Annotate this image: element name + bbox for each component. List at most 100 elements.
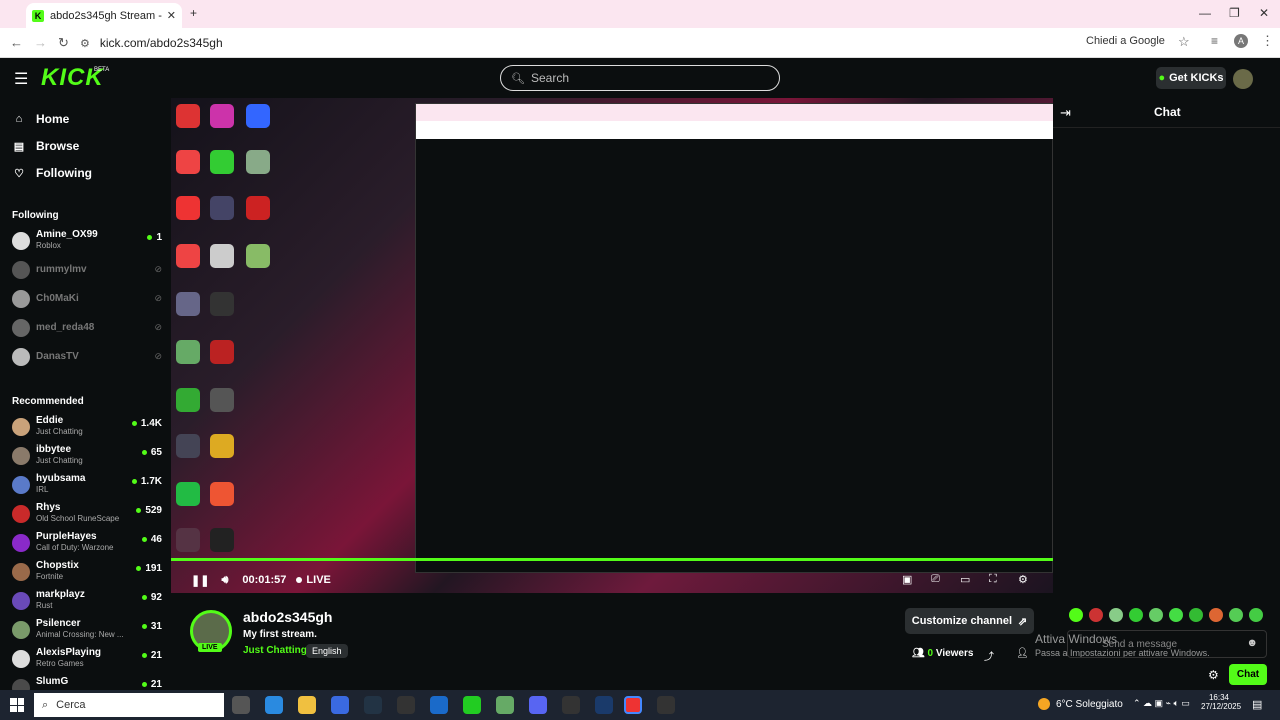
obs-icon[interactable] xyxy=(657,696,675,714)
sidebar-item-following[interactable]: ♡ Following xyxy=(12,166,92,180)
back-icon[interactable]: ← xyxy=(10,35,23,50)
user-avatar[interactable] xyxy=(1233,69,1253,89)
get-kicks-button[interactable]: ● Get KICKs xyxy=(1156,67,1226,89)
desktop-icon xyxy=(243,150,273,176)
taskbar-search-input[interactable]: ⌕ Cerca xyxy=(34,693,224,717)
viewer-count: 529 xyxy=(136,505,162,516)
emoji-picker-icon[interactable]: ☻ xyxy=(1246,637,1258,649)
viewer-count-value: 21 xyxy=(150,679,162,690)
forward-icon[interactable]: → xyxy=(34,35,47,50)
emote-icon[interactable] xyxy=(1249,608,1263,622)
recommended-channel-row[interactable]: ibbytee Just Chatting 65 xyxy=(12,444,162,468)
browser-tab[interactable]: K abdo2s345gh Stream - Watch L ✕ xyxy=(26,3,182,28)
recommended-channel-row[interactable]: hyubsama IRL 1.7K xyxy=(12,473,162,497)
url-field[interactable]: ⚙ kick.com/abdo2s345gh xyxy=(80,31,1200,55)
live-dot-icon xyxy=(136,565,142,571)
recommended-channel-row[interactable]: SlumG 21 xyxy=(12,676,162,690)
browser-menu-icon[interactable]: ⋮ xyxy=(1261,33,1274,49)
collapse-chat-icon[interactable]: ⇥ xyxy=(1060,105,1071,121)
live-dot-icon xyxy=(136,507,142,513)
steam-alt-icon[interactable] xyxy=(595,696,613,714)
emote-icon[interactable] xyxy=(1209,608,1223,622)
close-tab-icon[interactable]: ✕ xyxy=(167,9,176,22)
discord-icon[interactable] xyxy=(529,696,547,714)
stream-category-link[interactable]: Just Chatting xyxy=(243,645,307,656)
recommended-channel-row[interactable]: PurpleHayes Call of Duty: Warzone 46 xyxy=(12,531,162,555)
nvidia-icon[interactable] xyxy=(496,696,514,714)
xbox-icon[interactable] xyxy=(463,696,481,714)
following-channel-row[interactable]: Ch0MaKi ⊘ xyxy=(12,287,162,311)
ask-google-button[interactable]: Chiedi a Google xyxy=(1086,35,1165,47)
new-tab-button[interactable]: + xyxy=(190,6,197,20)
taskbar-clock[interactable]: 16:34 27/12/2025 xyxy=(1201,693,1241,711)
emote-icon[interactable] xyxy=(1169,608,1183,622)
playback-progress-bar[interactable] xyxy=(171,558,1053,561)
task-view-icon[interactable] xyxy=(232,696,250,714)
volume-icon[interactable]: 🔊︎ xyxy=(221,574,228,587)
desktop-icon xyxy=(207,434,237,460)
recommended-channel-row[interactable]: Eddie Just Chatting 1.4K xyxy=(12,415,162,439)
theater-mode-icon[interactable]: ▭ xyxy=(960,573,970,586)
chat-settings-icon[interactable]: ⚙ xyxy=(1208,668,1219,682)
channel-name[interactable]: abdo2s345gh xyxy=(243,609,332,625)
emote-icon[interactable] xyxy=(1089,608,1103,622)
emote-icon[interactable] xyxy=(1189,608,1203,622)
weather-widget[interactable]: 6°C Soleggiato xyxy=(1038,698,1123,710)
live-dot-icon xyxy=(131,420,137,426)
minimize-icon[interactable]: — xyxy=(1199,6,1211,20)
emote-icon[interactable] xyxy=(1129,608,1143,622)
emote-icon[interactable] xyxy=(1149,608,1163,622)
settings-gear-icon[interactable]: ⚙ xyxy=(1018,573,1028,586)
steam-icon[interactable] xyxy=(364,696,382,714)
extensions-icon[interactable]: ≡ xyxy=(1211,34,1218,48)
chat-message-input[interactable]: Send a message ☻ xyxy=(1067,630,1267,658)
sidebar-item-browse[interactable]: ▤ Browse xyxy=(12,139,80,153)
video-player[interactable]: ❚❚ 🔊︎ 00:01:57 LIVE ▣ ⎚ ▭ ⛶ ⚙ xyxy=(171,98,1053,593)
recommended-channel-row[interactable]: Chopstix Fortnite 191 xyxy=(12,560,162,584)
fullscreen-icon[interactable]: ⛶ xyxy=(989,573,997,586)
share-icon[interactable]: ⤴ xyxy=(984,648,994,663)
viewer-count: 65 xyxy=(141,447,162,458)
following-channel-row[interactable]: rummylmv ⊘ xyxy=(12,258,162,282)
emote-icon[interactable] xyxy=(1229,608,1243,622)
following-channel-row[interactable]: med_reda48 ⊘ xyxy=(12,316,162,340)
system-tray-icons[interactable]: ⌃ ☁ ▣ ⌁ 🔈︎ ▭ xyxy=(1133,698,1190,709)
outlook-icon[interactable] xyxy=(430,696,448,714)
recommended-channel-row[interactable]: AlexisPlaying Retro Games 21 xyxy=(12,647,162,671)
recommended-channel-row[interactable]: Rhys Old School RuneScape 529 xyxy=(12,502,162,526)
emote-icon[interactable] xyxy=(1069,608,1083,622)
notification-icon[interactable]: ▤ xyxy=(1252,698,1262,711)
file-explorer-icon[interactable] xyxy=(298,696,316,714)
chat-title: Chat xyxy=(1154,105,1181,119)
epic-games-icon[interactable] xyxy=(397,696,415,714)
search-input[interactable]: 🔍︎ Search xyxy=(500,65,780,91)
desktop-icon xyxy=(207,388,237,414)
following-channel-row[interactable]: DanasTV ⊘ xyxy=(12,345,162,369)
chrome-icon[interactable] xyxy=(624,696,642,714)
sidebar-item-home[interactable]: ⌂ Home xyxy=(12,112,70,126)
chat-send-button[interactable]: Chat xyxy=(1229,664,1267,685)
windows-start-icon[interactable] xyxy=(10,698,24,712)
miniplayer-icon[interactable]: ▣ xyxy=(902,573,912,586)
following-channel-row[interactable]: Amine_OX99 Roblox 1 xyxy=(12,229,162,253)
beta-label: BETA xyxy=(94,67,110,73)
epic-launcher-icon[interactable] xyxy=(562,696,580,714)
site-info-icon[interactable]: ⚙ xyxy=(80,37,90,50)
recommended-channel-row[interactable]: markplayz Rust 92 xyxy=(12,589,162,613)
recommended-channel-row[interactable]: Psilencer Animal Crossing: New ... 31 xyxy=(12,618,162,642)
edge-icon[interactable] xyxy=(265,696,283,714)
hamburger-menu-icon[interactable]: ☰ xyxy=(14,69,28,89)
customize-channel-button[interactable]: Customize channel ⇗ xyxy=(905,608,1034,634)
follow-user-icon[interactable]: 👤︎ xyxy=(1016,648,1029,659)
pause-icon[interactable]: ❚❚ xyxy=(191,574,209,587)
clip-icon[interactable]: ⎚ xyxy=(931,573,940,586)
reload-icon[interactable]: ↻ xyxy=(58,35,69,51)
maximize-icon[interactable]: ❐ xyxy=(1229,6,1240,20)
profile-avatar[interactable]: A xyxy=(1234,34,1248,48)
bookmark-star-icon[interactable]: ☆ xyxy=(1178,34,1190,50)
emote-icon[interactable] xyxy=(1109,608,1123,622)
close-window-icon[interactable]: ✕ xyxy=(1259,6,1269,20)
store-icon[interactable] xyxy=(331,696,349,714)
viewer-count: 1.7K xyxy=(131,476,162,487)
language-tag[interactable]: English xyxy=(306,644,348,658)
